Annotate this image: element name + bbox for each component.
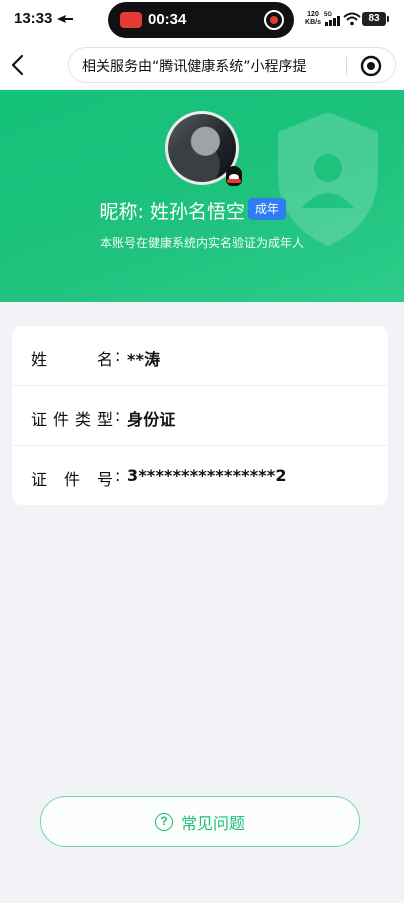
network-speed: 120 KB/s <box>305 11 321 26</box>
id-number-label: 证件号 <box>31 470 113 489</box>
id-type-label: 证件类型 <box>31 410 113 429</box>
qq-penguin-icon <box>226 166 242 186</box>
adult-badge: 成年 <box>248 198 286 220</box>
info-row-name: 姓名 : **涛 <box>12 326 388 386</box>
verification-note: 本账号在健康系统内实名验证为成年人 <box>99 236 304 250</box>
cellular-signal-icon: 5G <box>324 12 340 26</box>
location-arrow-icon <box>57 15 73 23</box>
identity-info-card: 姓名 : **涛 证件类型 : 身份证 证件号 : 3*************… <box>12 326 388 505</box>
faq-label: 常见问题 <box>180 813 245 833</box>
id-number-value: 3****************2 <box>127 466 287 485</box>
id-number-colon: : <box>115 466 121 485</box>
name-colon: : <box>115 346 121 365</box>
svg-text:5G: 5G <box>324 12 332 18</box>
nickname: 昵称: 姓孙名悟空 <box>99 201 245 223</box>
status-bar: 13:33 00:34 120 KB/s 5G 83 <box>0 0 404 40</box>
screen-recording-indicator[interactable]: 00:34 <box>108 2 294 38</box>
name-label: 姓名 <box>31 350 113 369</box>
battery-icon: 83 <box>362 12 389 26</box>
shield-watermark-icon <box>278 112 378 246</box>
back-button[interactable] <box>2 48 36 82</box>
status-time: 13:33 <box>14 10 53 27</box>
capsule-divider <box>346 57 347 75</box>
faq-button[interactable]: ? 常见问题 <box>40 796 360 847</box>
id-type-value: 身份证 <box>127 410 176 429</box>
target-icon[interactable] <box>359 54 383 78</box>
stop-recording-icon[interactable] <box>264 10 284 30</box>
service-provider-text: 相关服务由“腾讯健康系统”小程序提 <box>82 59 307 75</box>
info-row-id-type: 证件类型 : 身份证 <box>12 385 388 445</box>
video-camera-icon <box>120 12 142 28</box>
id-type-colon: : <box>115 406 121 425</box>
question-circle-icon: ? <box>154 812 173 831</box>
service-provider-capsule[interactable]: 相关服务由“腾讯健康系统”小程序提 <box>68 47 396 83</box>
info-row-id-number: 证件号 : 3****************2 <box>12 445 388 505</box>
recording-time: 00:34 <box>148 11 187 28</box>
nav-bar: 相关服务由“腾讯健康系统”小程序提 <box>0 40 404 90</box>
name-value: **涛 <box>127 350 161 369</box>
wifi-icon <box>343 12 361 26</box>
